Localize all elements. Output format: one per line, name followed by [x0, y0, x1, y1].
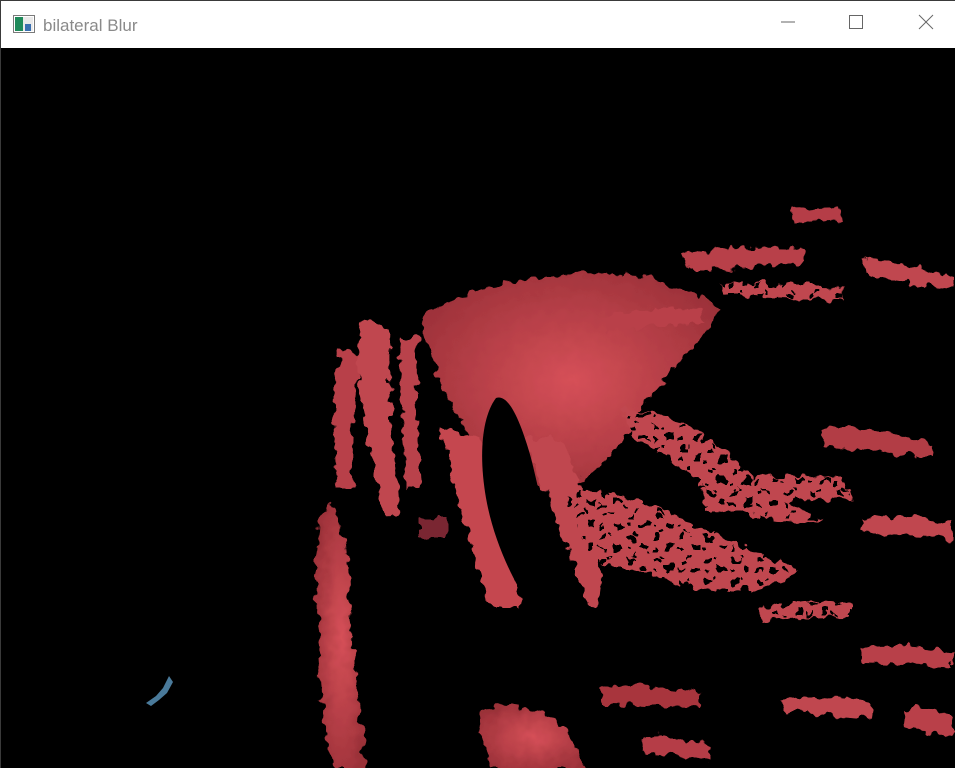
close-icon: [918, 14, 934, 35]
filtered-image: [1, 48, 955, 768]
minimize-icon: [780, 14, 796, 35]
close-button[interactable]: [891, 1, 955, 48]
maximize-button[interactable]: [821, 1, 891, 48]
app-image-icon: [13, 15, 35, 33]
image-canvas: [1, 48, 955, 768]
app-window: bilateral Blur: [0, 0, 955, 768]
title-bar[interactable]: bilateral Blur: [1, 1, 955, 48]
minimize-button[interactable]: [753, 1, 823, 48]
window-title: bilateral Blur: [43, 16, 138, 35]
maximize-icon: [848, 14, 864, 35]
